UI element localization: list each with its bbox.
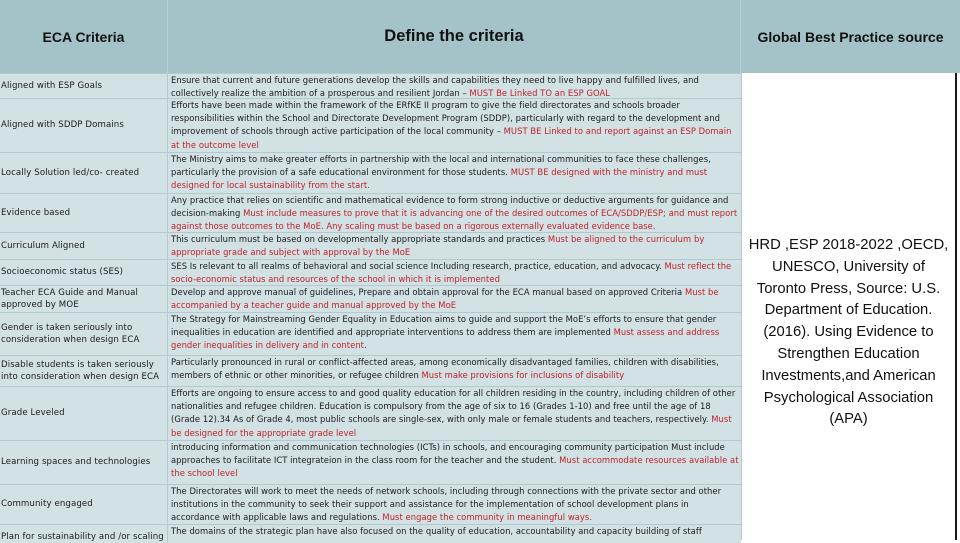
criterion-label: Aligned with ESP Goals	[1, 80, 102, 93]
definition-cell: introducing information and communicatio…	[169, 441, 741, 484]
criterion-label: Teacher ECA Guide and Manual approved by…	[1, 287, 167, 312]
table-row: Disable students is taken seriously into…	[0, 355, 741, 386]
definition-text: Ensure that current and future generatio…	[171, 75, 699, 98]
table-row: Community engaged The Directorates will w…	[0, 484, 741, 524]
criterion-label: Evidence based	[1, 207, 70, 220]
criterion-cell: Socioeconomic status (SES)	[0, 260, 168, 285]
criterion-cell: Locally Solution led/co- created	[0, 153, 168, 193]
criterion-label: Aligned with SDDP Domains	[1, 119, 124, 132]
definition-cell: Efforts have been made within the framew…	[169, 99, 741, 152]
definition-text: This curriculum must be based on develop…	[171, 234, 548, 244]
definition-cell: The Ministry aims to make greater effort…	[169, 153, 741, 193]
table-row: Socioeconomic status (SES) SES Is releva…	[0, 259, 741, 285]
definition-text: SES Is relevant to all realms of behavio…	[171, 261, 664, 271]
definition-cell: SES Is relevant to all realms of behavio…	[169, 260, 741, 285]
requirement-text: Must include measures to prove that it i…	[171, 208, 737, 231]
requirement-text: Must engage the community in meaningful …	[382, 512, 592, 522]
requirement-text: MUST Be Linked TO an ESP GOAL	[469, 88, 610, 98]
table-row: Teacher ECA Guide and Manual approved by…	[0, 285, 741, 312]
definition-text: The domains of the strategic plan have a…	[171, 526, 702, 536]
definition-cell: This curriculum must be based on develop…	[169, 233, 741, 259]
criterion-cell: Aligned with SDDP Domains	[0, 99, 168, 152]
criterion-label: Curriculum Aligned	[1, 240, 85, 253]
header-define-criteria-label: Define the criteria	[384, 27, 523, 46]
definition-suffix: .	[364, 340, 367, 350]
table-row: Gender is taken seriously into considera…	[0, 312, 741, 355]
criterion-label: Gender is taken seriously into considera…	[1, 322, 167, 347]
definition-text: Efforts are ongoing to ensure access to …	[171, 388, 735, 424]
criterion-cell: Evidence based	[0, 194, 168, 232]
definition-cell: Ensure that current and future generatio…	[169, 74, 741, 98]
criterion-cell: Aligned with ESP Goals	[0, 74, 168, 98]
definition-cell: Any practice that relies on scientific a…	[169, 194, 741, 232]
header-global-best-practice-label: Global Best Practice source	[758, 29, 944, 45]
definition-cell: Particularly pronounced in rural or conf…	[169, 356, 741, 386]
criterion-cell: Disable students is taken seriously into…	[0, 356, 168, 386]
criterion-cell: Learning spaces and technologies	[0, 441, 168, 484]
criterion-label: Socioeconomic status (SES)	[1, 266, 123, 279]
header-eca-criteria-label: ECA Criteria	[43, 29, 125, 45]
criterion-cell: Grade Leveled	[0, 387, 168, 440]
criterion-label: Community engaged	[1, 498, 93, 511]
definition-cell: Develop and approve manual of guidelines…	[169, 286, 741, 312]
definition-text: Develop and approve manual of guidelines…	[171, 287, 685, 297]
criterion-label: Plan for sustainability and /or scaling	[1, 531, 164, 543]
criterion-label: Grade Leveled	[1, 407, 65, 420]
table-row: Curriculum Aligned This curriculum must …	[0, 232, 741, 259]
table-row: Plan for sustainability and /or scaling T…	[0, 524, 741, 543]
criterion-label: Learning spaces and technologies	[1, 456, 150, 469]
criterion-cell: Teacher ECA Guide and Manual approved by…	[0, 286, 168, 312]
criterion-label: Disable students is taken seriously into…	[1, 359, 167, 384]
criterion-cell: Curriculum Aligned	[0, 233, 168, 259]
source-text: HRD ,ESP 2018-2022 ,OECD, UNESCO, Univer…	[742, 235, 955, 431]
header-global-best-practice: Global Best Practice source	[741, 0, 960, 73]
table-row: Aligned with ESP Goals Ensure that curren…	[0, 73, 741, 98]
table-row: Evidence based Any practice that relies o…	[0, 193, 741, 232]
table-row: Grade Leveled Efforts are ongoing to ensu…	[0, 386, 741, 440]
table-row: Locally Solution led/co- created The Mini…	[0, 152, 741, 193]
header-define-criteria: Define the criteria	[168, 0, 741, 73]
table-row: Learning spaces and technologies introduc…	[0, 440, 741, 484]
definition-cell: The Strategy for Mainstreaming Gender Eq…	[169, 313, 741, 355]
requirement-text: Must make provisions for inclusions of d…	[422, 370, 625, 380]
global-best-practice-source-cell: HRD ,ESP 2018-2022 ,OECD, UNESCO, Univer…	[741, 73, 957, 540]
definition-cell: Efforts are ongoing to ensure access to …	[169, 387, 741, 440]
criterion-cell: Community engaged	[0, 485, 168, 524]
table-row: Aligned with SDDP Domains Efforts have be…	[0, 98, 741, 152]
definition-cell: The domains of the strategic plan have a…	[169, 525, 741, 543]
criterion-label: Locally Solution led/co- created	[1, 167, 139, 180]
definition-cell: The Directorates will work to meet the n…	[169, 485, 741, 524]
header-eca-criteria: ECA Criteria	[0, 0, 168, 73]
criterion-cell: Plan for sustainability and /or scaling	[0, 525, 168, 543]
criterion-cell: Gender is taken seriously into considera…	[0, 313, 168, 355]
